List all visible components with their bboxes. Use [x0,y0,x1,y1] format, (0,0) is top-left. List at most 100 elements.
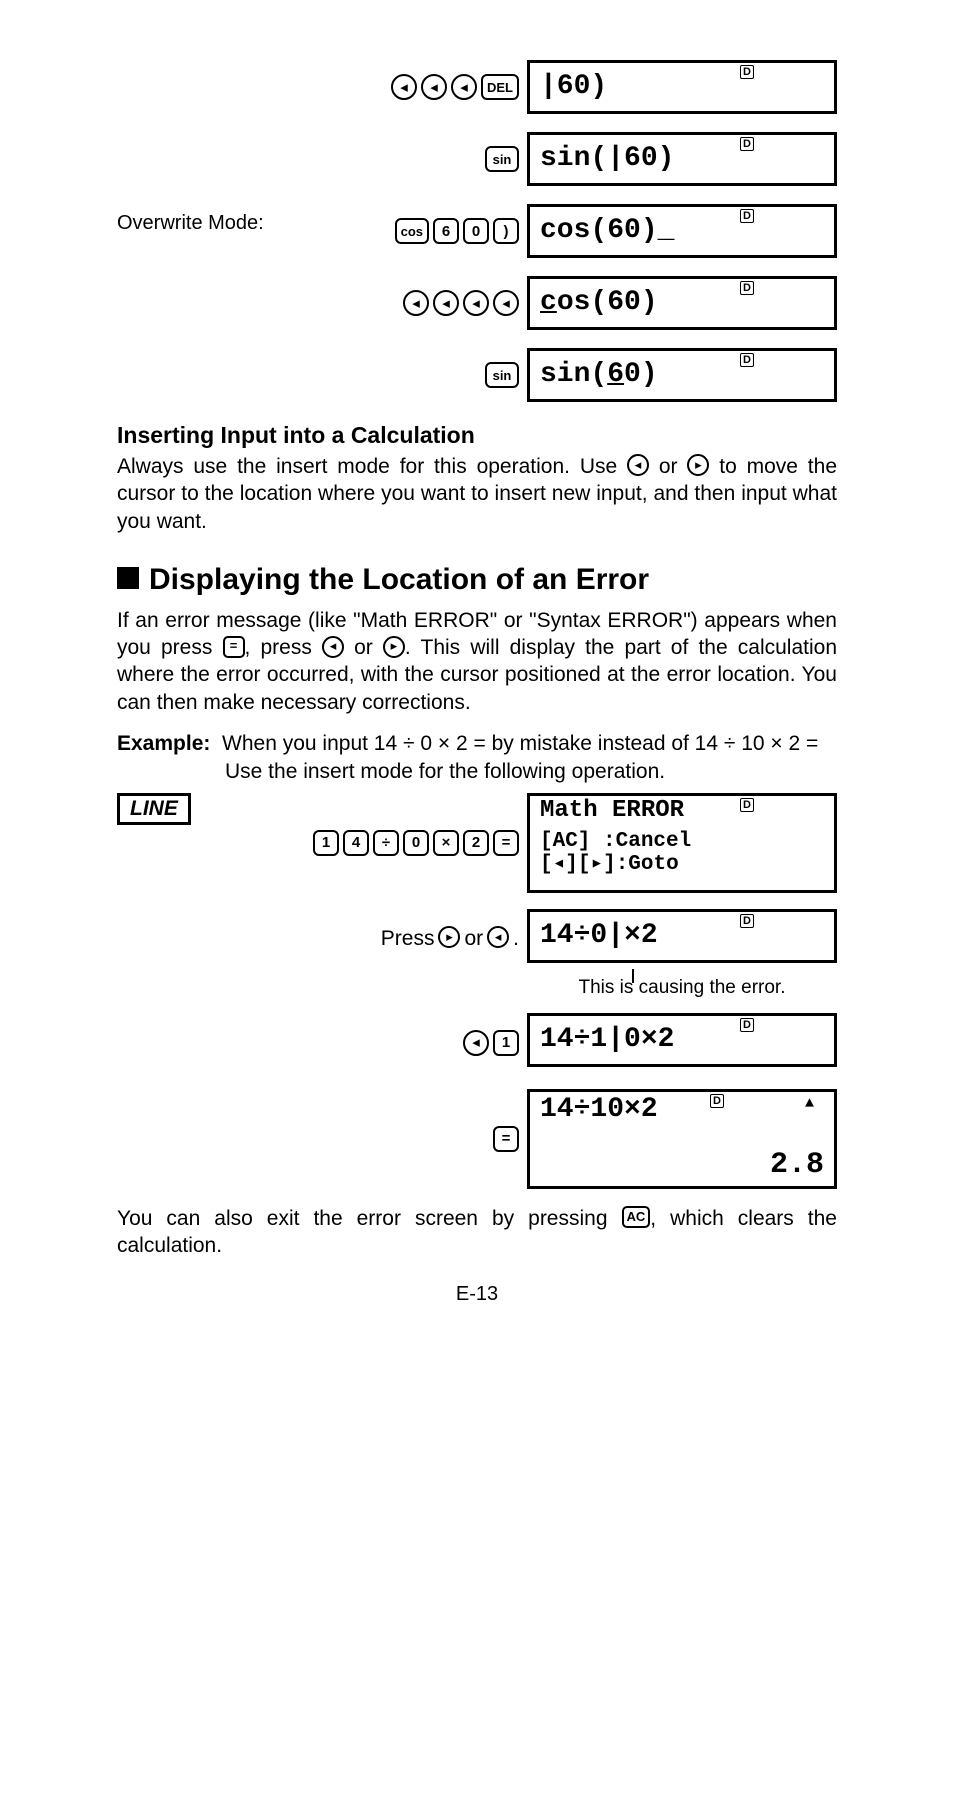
text: Always use the insert mode for this oper… [117,455,627,478]
text: , press [245,636,322,659]
num-key-0: 0 [403,830,429,856]
step-row-1: ◂ ◂ ◂ DEL D |60) [117,60,837,114]
left-arrow-icon: ◂ [322,636,344,658]
example-text-1: When you input 14 ÷ 0 × 2 = by mistake i… [222,732,818,755]
calc-screen: D cos(60)_ [527,204,837,258]
equals-key: = [493,830,519,856]
left-arrow-icon: ◂ [391,74,417,100]
error-step-1: LINE 1 4 ÷ 0 × 2 = D Math ERROR [AC] :Ca… [117,793,837,893]
num-key-0: 0 [463,218,489,244]
num-key-1: 1 [493,1030,519,1056]
calc-screen: D 14÷1|0×2 [527,1013,837,1067]
calc-screen: D cos(60) [527,276,837,330]
keys-2: sin [485,146,519,172]
error-line-1: Math ERROR [540,798,824,824]
calc-screen: D 14÷0|×2 [527,909,837,963]
error-step-2: Press ▸ or ◂ . D 14÷0|×2 [117,909,837,969]
keys-4: ◂ ◂ ◂ ◂ [403,290,519,316]
display-text: cos(60)_ [540,217,824,245]
up-arrow-icon: ▲ [805,1095,814,1112]
error-step-4: = D ▲ 14÷10×2 2.8 [117,1089,837,1189]
example-text-2: Use the insert mode for the following op… [225,758,837,786]
left-arrow-icon: ◂ [433,290,459,316]
paragraph-exit: You can also exit the error screen by pr… [117,1205,837,1260]
text: Press [381,927,435,951]
display-text: sin(60) [540,361,824,389]
keys-error-4: = [493,1126,519,1152]
line-mode-badge: LINE [117,793,191,825]
left-arrow-icon: ◂ [451,74,477,100]
calc-screen: D |60) [527,60,837,114]
step-row-2: sin D sin(|60) [117,132,837,186]
sin-key: sin [485,146,519,172]
num-key-6: 6 [433,218,459,244]
text: . [513,927,519,951]
error-line-2: [AC] :Cancel [540,830,824,853]
left-arrow-icon: ◂ [487,926,509,948]
text: or [344,636,383,659]
error-step-3: ◂ 1 D 14÷1|0×2 [117,1013,837,1073]
display-text: cos(60) [540,289,824,317]
d-indicator: D [710,1094,724,1108]
example-block: Example: When you input 14 ÷ 0 × 2 = by … [117,730,837,787]
square-bullet-icon [117,567,139,589]
left-arrow-icon: ◂ [463,1030,489,1056]
subheading-inserting: Inserting Input into a Calculation [117,422,837,449]
d-indicator: D [740,1018,754,1032]
display-text: |60) [540,73,824,101]
num-key-4: 4 [343,830,369,856]
left-arrow-icon: ◂ [421,74,447,100]
d-indicator: D [740,137,754,151]
section-heading-error: Displaying the Location of an Error [117,563,837,597]
calc-screen: D sin(60) [527,348,837,402]
d-indicator: D [740,281,754,295]
right-arrow-icon: ▸ [383,636,405,658]
left-arrow-icon: ◂ [493,290,519,316]
paren-key: ) [493,218,519,244]
num-key-1: 1 [313,830,339,856]
calc-screen-result: D ▲ 14÷10×2 2.8 [527,1089,837,1189]
del-key: DEL [481,74,519,100]
step-row-4: ◂ ◂ ◂ ◂ D cos(60) [117,276,837,330]
divide-key: ÷ [373,830,399,856]
right-arrow-icon: ▸ [438,926,460,948]
page-number: E-13 [117,1283,837,1306]
num-key-2: 2 [463,830,489,856]
text: or [464,927,483,951]
d-indicator: D [740,209,754,223]
keys-3: cos 6 0 ) [395,218,519,244]
sin-key: sin [485,362,519,388]
step-row-5: sin D sin(60) [117,348,837,402]
multiply-key: × [433,830,459,856]
left-arrow-icon: ◂ [403,290,429,316]
overwrite-label: Overwrite Mode: [117,212,264,235]
paragraph-error: If an error message (like "Math ERROR" o… [117,607,837,716]
d-indicator: D [740,65,754,79]
ac-key: AC [622,1206,651,1228]
press-text: Press ▸ or ◂ . [381,927,519,951]
display-text: 14÷10×2 [540,1096,824,1124]
d-indicator: D [740,798,754,812]
calc-screen: D sin(|60) [527,132,837,186]
keys-5: sin [485,362,519,388]
equals-key: = [223,636,245,658]
text: or [649,455,687,478]
right-arrow-icon: ▸ [687,454,709,476]
heading-text: Displaying the Location of an Error [149,563,649,596]
step-row-3: Overwrite Mode: cos 6 0 ) D cos(60)_ [117,204,837,258]
paragraph-insert: Always use the insert mode for this oper… [117,453,837,535]
page: ◂ ◂ ◂ DEL D |60) sin D sin(|60) Overwrit… [97,0,857,1346]
display-text: sin(|60) [540,145,824,173]
example-label: Example: [117,732,210,755]
d-indicator: D [740,914,754,928]
error-pointer-icon [527,969,837,983]
keys-error-3: ◂ 1 [463,1030,519,1056]
calc-screen-error: D Math ERROR [AC] :Cancel [◂][▸]:Goto [527,793,837,893]
equals-key: = [493,1126,519,1152]
text: You can also exit the error screen by pr… [117,1207,622,1230]
keys-error-1: 1 4 ÷ 0 × 2 = [313,830,519,856]
keys-1: ◂ ◂ ◂ DEL [391,74,519,100]
result-text: 2.8 [540,1148,824,1182]
cos-key: cos [395,218,429,244]
d-indicator: D [740,353,754,367]
